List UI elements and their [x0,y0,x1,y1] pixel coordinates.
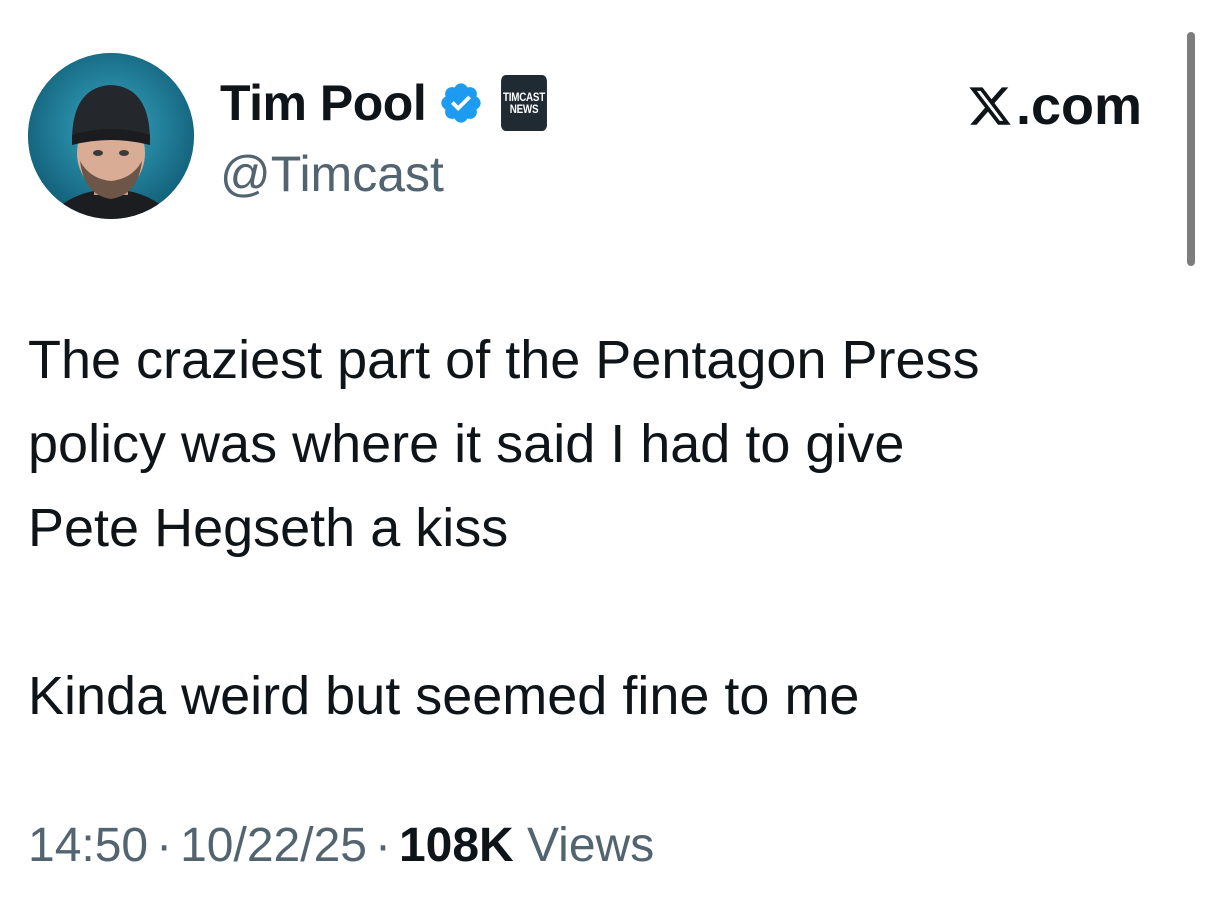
tweet-time[interactable]: 14:50 [28,819,148,872]
tweet-text: The craziest part of the Pentagon Press … [28,318,1168,738]
x-logo-icon [969,87,1011,125]
tweet-meta: 14:50 · 10/22/25 · 108K Views [28,814,654,878]
tweet-text-line: policy was where it said I had to give [28,414,905,474]
tweet-date[interactable]: 10/22/25 [180,819,367,872]
tweet-card: Tim Pool TIMCAST NEWS @Timcast .com The … [0,0,1206,902]
affiliate-badge-line2: NEWS [509,102,539,116]
source-watermark: .com [966,74,1142,138]
views-count[interactable]: 108K [399,819,514,872]
author-display-name[interactable]: Tim Pool [220,72,427,134]
author-handle[interactable]: @Timcast [220,144,444,204]
source-label: .com [1015,76,1142,136]
verified-badge-icon[interactable] [438,80,484,126]
tweet-text-line: The craziest part of the Pentagon Press [28,330,980,390]
tweet-text-line: Pete Hegseth a kiss [28,498,509,558]
tweet-text-line: Kinda weird but seemed fine to me [28,666,860,726]
meta-separator: · [156,819,173,872]
views-label[interactable]: Views [527,819,654,872]
meta-separator: · [374,819,391,872]
scrollbar[interactable] [1187,32,1195,266]
avatar[interactable] [28,53,194,219]
timcast-news-affiliate-badge[interactable]: TIMCAST NEWS [501,75,548,131]
author-name-row: Tim Pool TIMCAST NEWS [220,72,552,134]
avatar-image [28,53,194,219]
